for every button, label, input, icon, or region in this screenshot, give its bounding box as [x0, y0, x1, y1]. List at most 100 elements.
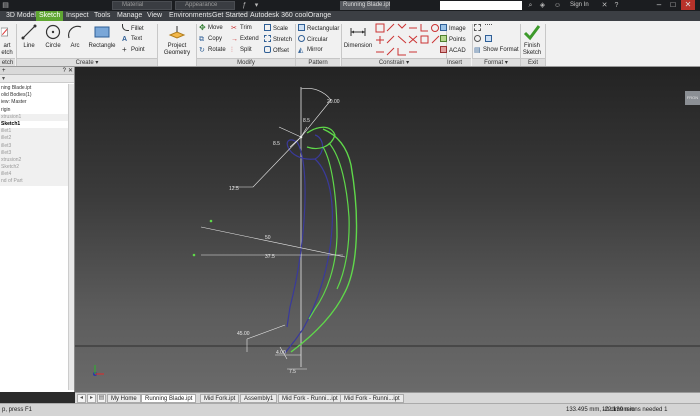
tree-node-extrusion1[interactable]: xtrusion1 [0, 113, 68, 121]
tree-node-fillet4[interactable]: illet4 [0, 171, 68, 179]
split-button[interactable]: ⫶ Split [231, 46, 252, 54]
dimension-37-5[interactable]: 37.5 [265, 254, 275, 260]
dimension-12-5[interactable]: 12.5 [229, 186, 239, 192]
trim-button[interactable]: ✂ Trim [231, 24, 252, 32]
sketch-point[interactable] [192, 253, 196, 257]
browser-scrollbar[interactable] [68, 84, 74, 390]
image-button[interactable]: Image [440, 24, 466, 33]
circular-pattern-button[interactable]: Circular [298, 35, 328, 44]
tree-node-fillet2[interactable]: illet2 [0, 135, 68, 143]
dimension-8-5-right[interactable]: 8.5 [303, 118, 310, 124]
tab-autodesk-360[interactable]: Autodesk 360 [247, 11, 296, 21]
points-button[interactable]: Points [440, 35, 466, 44]
tab-nav-left-icon[interactable]: ◂ [77, 394, 86, 403]
maximize-button[interactable]: □ [666, 0, 680, 10]
doc-tab-mid-fork-running-1[interactable]: Mid Fork - Runni...ipt [278, 394, 342, 403]
center-point-button[interactable] [474, 35, 483, 44]
doc-tab-mid-fork-running-2[interactable]: Mid Fork - Runni...ipt [340, 394, 404, 403]
scale-button[interactable]: Scale [264, 24, 288, 33]
doc-tab-mid-fork[interactable]: Mid Fork.ipt [200, 394, 240, 403]
finish-sketch-button[interactable]: Finish Sketch [521, 23, 543, 57]
viewcube[interactable]: FRON [685, 91, 700, 105]
blade-inner-green-2[interactable] [308, 146, 338, 320]
point-button[interactable]: + Point [122, 46, 145, 54]
dimension-top-angle[interactable]: 20.00 [327, 99, 340, 105]
appearance-dropdown[interactable]: Appearance [175, 1, 235, 10]
arc-button[interactable]: Arc [66, 23, 84, 50]
sketch-point[interactable] [209, 219, 213, 223]
tree-node-part[interactable]: ning Blade.ipt [0, 85, 68, 93]
mirror-button[interactable]: ◭ Mirror [298, 46, 323, 54]
graphics-window[interactable]: 20.00 8.5 8.5 12.5 50 37.5 45.00 4.00 7.… [75, 67, 700, 392]
sketch-drawing[interactable]: 20.00 8.5 8.5 12.5 50 37.5 45.00 4.00 7.… [75, 67, 700, 392]
rectangular-pattern-button[interactable]: Rectangular [298, 24, 339, 33]
tab-get-started[interactable]: Get Started [209, 11, 251, 21]
stretch-button[interactable]: Stretch [264, 35, 292, 44]
tab-view[interactable]: View [144, 11, 165, 21]
sign-in-link[interactable]: Sign In [570, 0, 589, 11]
project-geometry-button[interactable]: Project Geometry [160, 23, 194, 57]
tab-tools[interactable]: Tools [91, 11, 113, 21]
tree-node-sketch1[interactable]: Sketch1 [0, 120, 68, 129]
tree-node-view[interactable]: iew: Master [0, 99, 68, 107]
tab-environments[interactable]: Environments [166, 11, 215, 21]
tab-coolorange[interactable]: coolOrange [292, 11, 334, 21]
dimension-50[interactable]: 50 [265, 235, 271, 241]
copy-button[interactable]: ⧉ Copy [199, 35, 222, 43]
tab-nav-right-icon[interactable]: ▸ [87, 394, 96, 403]
doc-tab-my-home[interactable]: My Home [107, 394, 141, 403]
doc-tab-assembly1[interactable]: Assembly1 [240, 394, 278, 403]
tree-node-sketch2[interactable]: Sketch2 [0, 164, 68, 172]
circle-button[interactable]: Circle [42, 23, 64, 50]
measure-icon[interactable]: ▾ [252, 1, 261, 10]
driven-dimension-button[interactable] [485, 35, 494, 44]
show-format-button[interactable]: ▤ Show Format [474, 46, 519, 54]
line-button[interactable]: Line [18, 23, 40, 50]
acad-button[interactable]: ACAD [440, 46, 466, 55]
tree-node-solid-bodies[interactable]: olid Bodies(1) [0, 92, 68, 100]
dimension-45[interactable]: 45.00 [237, 331, 250, 337]
browser-menu-icon[interactable]: + [2, 67, 6, 75]
dimension-8-5-left[interactable]: 8.5 [273, 141, 280, 147]
tree-node-fillet3[interactable]: illet3 [0, 142, 68, 150]
app-menu-icon[interactable]: ▤ [1, 1, 10, 10]
close-button[interactable]: ✕ [681, 0, 695, 10]
construction-button[interactable] [474, 24, 483, 33]
fillet-button[interactable]: Fillet [122, 24, 144, 33]
subscription-icon[interactable]: ◈ [538, 1, 547, 10]
tree-node-fillet1[interactable]: illet1 [0, 128, 68, 136]
offset-button[interactable]: Offset [264, 46, 289, 55]
minimize-button[interactable]: – [652, 0, 666, 10]
extend-button[interactable]: → Extend [231, 35, 259, 43]
tree-node-end-of-part[interactable]: nd of Part [0, 178, 68, 186]
user-icon[interactable]: ☺ [553, 1, 562, 10]
tree-node-fillet3b[interactable]: illet3 [0, 149, 68, 157]
filter-icon[interactable]: ▾ [2, 75, 5, 83]
material-dropdown[interactable]: Material [112, 1, 172, 10]
tab-sketch[interactable]: Sketch [36, 11, 64, 21]
tab-3d-model[interactable]: 3D Model [3, 11, 39, 21]
help-search-input[interactable] [440, 1, 522, 10]
tree-node-extrusion2[interactable]: xtrusion2 [0, 156, 68, 165]
move-button[interactable]: ✥ Move [199, 24, 223, 32]
tab-inspect[interactable]: Inspect [63, 11, 92, 21]
help-icon[interactable]: ? [612, 1, 621, 10]
fx-icon[interactable]: ƒ [240, 1, 249, 10]
text-button[interactable]: A Text [122, 35, 142, 43]
start-sketch-button[interactable]: art etch [0, 23, 14, 57]
sketch-point[interactable] [299, 135, 303, 139]
search-icon[interactable]: ⌕ [526, 1, 535, 10]
rotate-button[interactable]: ↻ Rotate [199, 46, 226, 54]
doc-tab-running-blade[interactable]: Running Blade.ipt [141, 394, 197, 403]
tab-list-icon[interactable]: ▤ [97, 394, 106, 403]
tree-node-origin[interactable]: rigin [0, 106, 68, 114]
dimension-button[interactable]: Dimension [343, 23, 373, 50]
tab-manage[interactable]: Manage [114, 11, 145, 21]
dimension-4[interactable]: 4.00 [276, 350, 286, 356]
browser-help-icon[interactable]: ? [63, 67, 66, 75]
centerline-button[interactable] [485, 24, 494, 33]
dimension-7-5[interactable]: 7.5 [289, 369, 296, 375]
rectangle-button[interactable]: Rectangle [87, 23, 117, 50]
browser-close-icon[interactable]: ✕ [68, 67, 73, 75]
exchange-icon[interactable]: ✕ [600, 1, 609, 10]
